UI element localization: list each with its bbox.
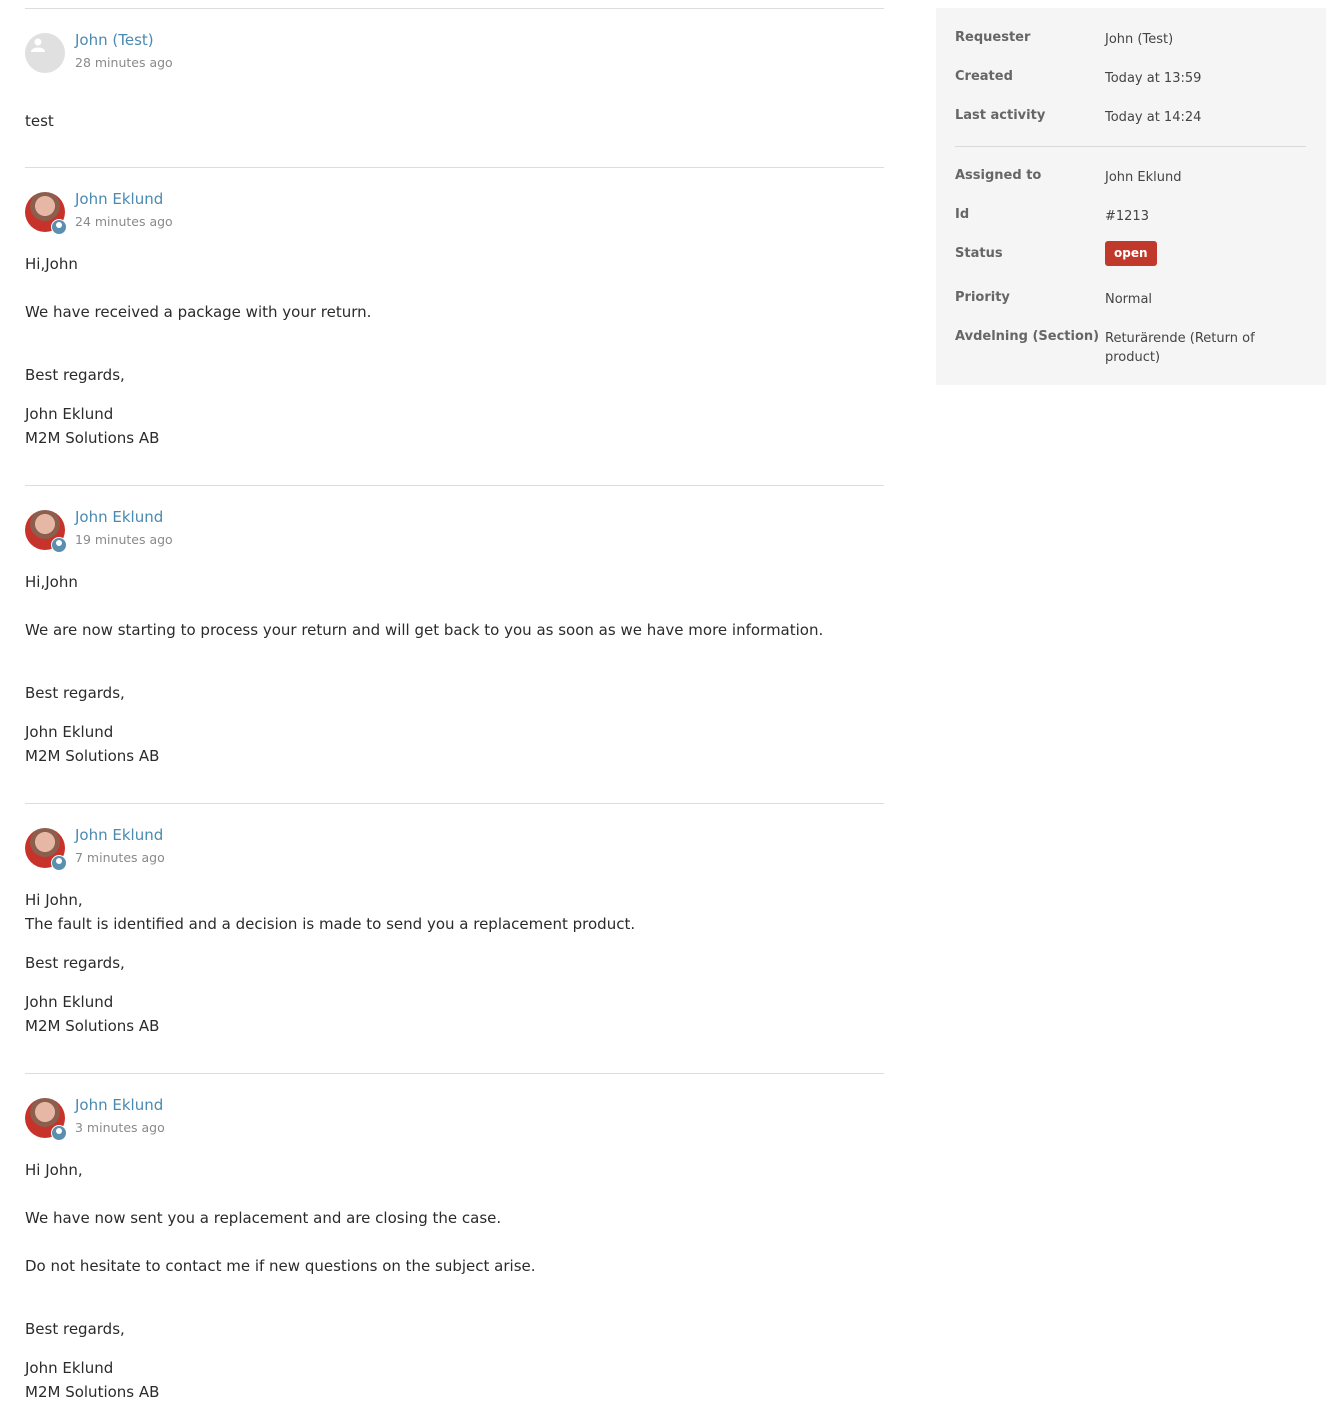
comment-header: John Eklund 7 minutes ago: [25, 804, 884, 871]
created-value: Today at 13:59: [1105, 71, 1202, 86]
comment-timestamp: 28 minutes ago: [75, 55, 173, 70]
last-activity-value: Today at 14:24: [1105, 110, 1202, 125]
agent-badge-icon: [51, 219, 67, 235]
assigned-value: John Eklund: [1105, 170, 1182, 185]
comment: John Eklund 19 minutes ago Hi,John We ar…: [25, 485, 884, 803]
avatar: [25, 33, 65, 73]
comment: John Eklund 24 minutes ago Hi,John We ha…: [25, 167, 884, 485]
comment-line: Hi John,: [25, 891, 83, 909]
comment-timestamp: 3 minutes ago: [75, 1120, 165, 1135]
comment-line: M2M Solutions AB: [25, 1383, 160, 1401]
ticket-details-panel: Requester John (Test) Created Today at 1…: [936, 8, 1326, 385]
comment-header: John Eklund 19 minutes ago: [25, 486, 884, 553]
section-label: Avdelning (Section): [955, 329, 1100, 344]
comment-line: Best regards,: [25, 684, 125, 702]
comment-line: Do not hesitate to contact me if new que…: [25, 1257, 536, 1275]
comment-line: John Eklund: [25, 405, 114, 423]
comment-line: M2M Solutions AB: [25, 747, 160, 765]
comment-body: Hi,John We are now starting to process y…: [25, 570, 823, 768]
id-value: #1213: [1105, 209, 1149, 224]
section-value: Returärende (Return of product): [1105, 331, 1255, 365]
comment-author-link[interactable]: John Eklund: [75, 190, 163, 208]
comment-author-link[interactable]: John (Test): [75, 31, 154, 49]
priority-label: Priority: [955, 290, 1010, 305]
comment-line: We are now starting to process your retu…: [25, 621, 824, 639]
comment-body: Hi John, The fault is identified and a d…: [25, 888, 635, 1038]
comment-line: test: [25, 112, 54, 130]
comment-line: Best regards,: [25, 1320, 125, 1338]
comment-header: John Eklund 3 minutes ago: [25, 1074, 884, 1141]
comment: John Eklund 7 minutes ago Hi John, The f…: [25, 803, 884, 1073]
comment-line: Best regards,: [25, 954, 125, 972]
last-activity-label: Last activity: [955, 108, 1046, 123]
details-divider: [955, 146, 1306, 147]
status-value: open: [1105, 241, 1265, 271]
comment-line: Best regards,: [25, 366, 125, 384]
comment-line: M2M Solutions AB: [25, 1017, 160, 1035]
comment: John Eklund 3 minutes ago Hi John, We ha…: [25, 1073, 884, 1412]
status-badge: open: [1105, 241, 1157, 266]
user-icon: [31, 38, 45, 52]
comment-line: The fault is identified and a decision i…: [25, 915, 636, 933]
comment-line: Hi,John: [25, 573, 78, 591]
requester-label: Requester: [955, 30, 1031, 45]
priority-value: Normal: [1105, 292, 1153, 307]
comment-line: John Eklund: [25, 1359, 114, 1377]
comment-body: Hi,John We have received a package with …: [25, 252, 371, 450]
comment-line: Hi John,: [25, 1161, 83, 1179]
comment-body: test: [25, 109, 54, 133]
requester-value: John (Test): [1105, 32, 1174, 47]
id-label: Id: [955, 207, 970, 222]
comment-timestamp: 19 minutes ago: [75, 532, 173, 547]
comment-line: John Eklund: [25, 993, 114, 1011]
comment-body: Hi John, We have now sent you a replacem…: [25, 1158, 536, 1404]
comment: John (Test) 28 minutes ago test: [25, 8, 884, 167]
comment-line: Hi,John: [25, 255, 78, 273]
comment-author-link[interactable]: John Eklund: [75, 508, 163, 526]
comment-header: John Eklund 24 minutes ago: [25, 168, 884, 235]
comment-timestamp: 7 minutes ago: [75, 850, 165, 865]
created-label: Created: [955, 69, 1013, 84]
comment-author-link[interactable]: John Eklund: [75, 1096, 163, 1114]
status-label: Status: [955, 246, 1003, 261]
comment-line: John Eklund: [25, 723, 114, 741]
agent-badge-icon: [51, 855, 67, 871]
comment-author-link[interactable]: John Eklund: [75, 826, 163, 844]
assigned-label: Assigned to: [955, 168, 1042, 183]
comment-timestamp: 24 minutes ago: [75, 214, 173, 229]
comment-header: John (Test) 28 minutes ago: [25, 9, 884, 73]
agent-badge-icon: [51, 537, 67, 553]
comment-thread: John (Test) 28 minutes ago test John Ekl…: [25, 8, 884, 1412]
comment-line: M2M Solutions AB: [25, 429, 160, 447]
comment-line: We have now sent you a replacement and a…: [25, 1209, 502, 1227]
comment-line: We have received a package with your ret…: [25, 303, 372, 321]
agent-badge-icon: [51, 1125, 67, 1141]
